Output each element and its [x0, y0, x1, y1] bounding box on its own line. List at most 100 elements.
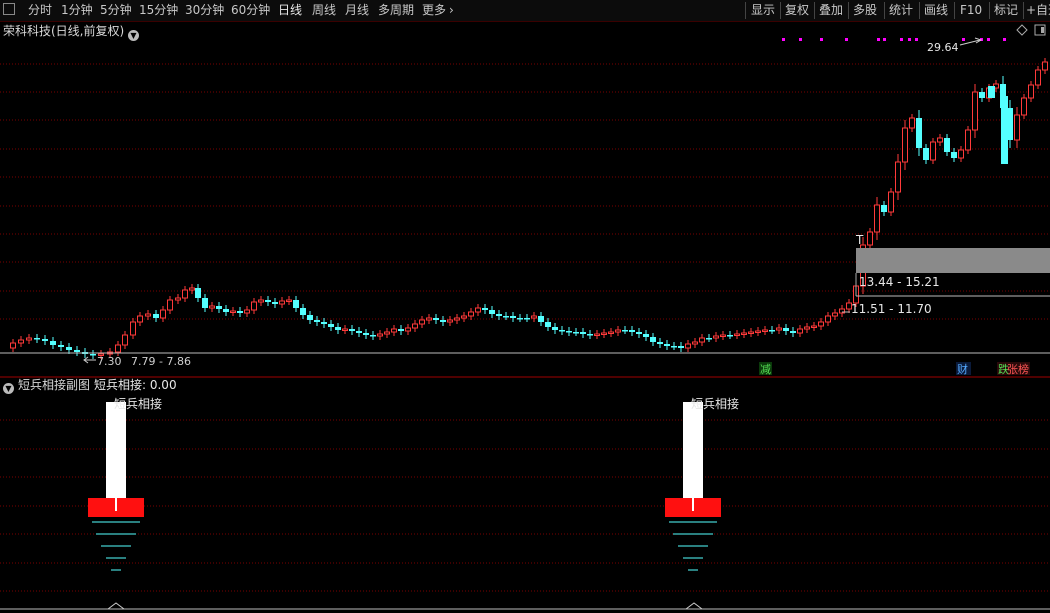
candle-body: [559, 330, 565, 332]
candle-body: [216, 306, 222, 309]
candle-body: [804, 326, 810, 330]
candle-body: [825, 315, 831, 323]
candle-body: [755, 330, 761, 333]
candle-body: [510, 316, 516, 318]
candle-body: [713, 335, 719, 339]
candle-body: [1028, 84, 1034, 99]
candle-body: [293, 300, 299, 308]
candle-body: [265, 300, 271, 302]
grid-lines: [0, 63, 1050, 592]
top-marker: [900, 38, 903, 41]
candle-body: [384, 331, 390, 335]
candle-body: [412, 323, 418, 329]
candle-body: [482, 308, 488, 310]
cursor-marker-1: [107, 602, 125, 610]
candle-body: [405, 327, 411, 332]
candle-body: [874, 204, 880, 233]
candle-body: [34, 338, 40, 340]
candle-body: [503, 316, 509, 318]
candle-body: [965, 129, 971, 151]
candle-body: [189, 287, 195, 291]
candle-body: [916, 118, 922, 148]
candle-body: [587, 334, 593, 336]
candle-body: [314, 320, 320, 322]
event-badge-finance[interactable]: 财: [957, 362, 968, 376]
top-marker: [908, 38, 911, 41]
candle-body: [279, 300, 285, 305]
candle-body: [356, 331, 362, 333]
signal-label-2: 短兵相接: [691, 396, 739, 411]
candle-body: [74, 350, 80, 352]
expand-icon-inner: [1041, 27, 1044, 33]
candle-body: [573, 332, 579, 334]
kline-chart[interactable]: 13.44 - 15.21 11.51 - 11.70 T 29.64 7.30…: [0, 0, 1050, 613]
candle-body: [307, 315, 313, 320]
candle-body: [699, 337, 705, 343]
candle-body: [321, 322, 327, 324]
candle-body: [1014, 114, 1020, 141]
candle-body: [538, 316, 544, 322]
candle-body: [832, 312, 838, 317]
candle-body: [769, 330, 775, 332]
range-line-label: 11.51 - 11.70: [851, 302, 932, 316]
candle-body: [363, 333, 369, 335]
top-marker: [987, 38, 990, 41]
candle-body: [90, 354, 96, 356]
candle-body: [531, 315, 537, 319]
candle-body: [26, 337, 32, 341]
candle-body: [783, 328, 789, 331]
sub-chart-title: 短兵相接副图: [18, 378, 91, 392]
candle-body: [776, 327, 782, 331]
candle-body: [1035, 69, 1041, 86]
candle-body: [622, 330, 628, 332]
candle-body: [650, 337, 656, 342]
candle-body: [930, 141, 936, 161]
candle-body: [692, 341, 698, 345]
candle-body: [419, 319, 425, 325]
event-badge-list[interactable]: 张榜: [1007, 362, 1029, 376]
candle-body: [664, 344, 670, 346]
candle-body: [888, 191, 894, 213]
signal-white-bar: [106, 402, 126, 498]
candle-body: [209, 305, 215, 309]
candle-body: [182, 289, 188, 299]
candle-body: [258, 299, 264, 303]
candle-body: [979, 92, 985, 98]
candle-body: [762, 329, 768, 332]
candle-body: [524, 318, 530, 320]
candle-body: [50, 341, 56, 345]
event-badge-reduce[interactable]: 减: [760, 363, 771, 376]
candle-body: [115, 344, 121, 353]
top-marker: [782, 38, 785, 41]
top-marker: [1003, 38, 1006, 41]
candle-body: [895, 161, 901, 193]
indicator-value: 短兵相接: 0.00: [94, 378, 177, 392]
candle-body: [272, 302, 278, 304]
candle-body: [349, 329, 355, 331]
candle-body: [727, 335, 733, 337]
range-box-label: 13.44 - 15.21: [859, 275, 940, 289]
diamond-icon[interactable]: [1016, 24, 1028, 36]
chevron-down-icon[interactable]: ▼: [3, 379, 14, 395]
candle-body: [167, 299, 173, 311]
candle-body: [468, 311, 474, 317]
candle-body: [944, 138, 950, 152]
candle-body: [685, 343, 691, 349]
candle-body: [923, 148, 929, 160]
candle-body: [909, 117, 915, 129]
top-marker: [820, 38, 823, 41]
candle-body: [251, 301, 257, 311]
top-marker: [877, 38, 880, 41]
candle-body: [489, 310, 495, 314]
sub-chart: [88, 402, 721, 571]
top-marker: [962, 38, 965, 41]
top-markers: [782, 38, 1006, 41]
candle-body: [335, 327, 341, 330]
candle-body: [958, 149, 964, 159]
candle-body: [629, 330, 635, 332]
candle-body: [566, 331, 572, 333]
candle-body: [230, 310, 236, 313]
candle-body: [370, 335, 376, 337]
candle-body: [223, 309, 229, 312]
candle-body: [951, 152, 957, 158]
